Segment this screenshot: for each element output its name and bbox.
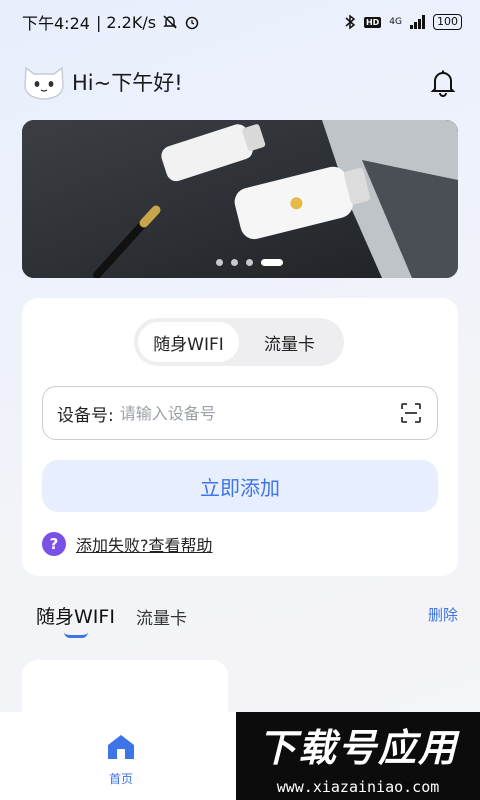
banner-image — [22, 120, 458, 278]
greeting-text: Hi~下午好! — [72, 71, 183, 95]
battery-indicator: 100 — [433, 14, 462, 30]
help-question-icon: ? — [42, 532, 66, 556]
add-device-card: 随身WIFI 流量卡 设备号: 立即添加 ? 添加失败?查看帮助 — [22, 298, 458, 576]
nav-home-label: 首页 — [108, 772, 133, 786]
add-now-button[interactable]: 立即添加 — [42, 460, 438, 512]
signal-icon — [410, 15, 425, 29]
tab-portable-wifi[interactable]: 随身WIFI — [138, 322, 239, 362]
help-row: ? 添加失败?查看帮助 — [42, 532, 213, 556]
device-number-input[interactable] — [119, 403, 399, 423]
watermark-logo: 下载号应用 www.xiazainiao.com — [236, 712, 480, 800]
hd-badge: HD — [363, 16, 382, 28]
carousel-dots — [216, 259, 283, 266]
device-list-item[interactable] — [22, 660, 228, 720]
device-number-label: 设备号: — [57, 405, 114, 426]
scan-icon[interactable] — [399, 401, 423, 425]
avatar[interactable] — [22, 62, 66, 102]
notification-bell-icon[interactable] — [428, 68, 458, 98]
delete-button[interactable]: 删除 — [428, 604, 458, 625]
device-list-tabs: 随身WIFI 流量卡 删除 — [36, 600, 458, 640]
network-type: 4G — [389, 17, 402, 27]
header: Hi~下午好! — [22, 60, 458, 104]
status-time: 下午4:24 — [22, 14, 90, 33]
cat-mascot-icon — [24, 66, 64, 100]
tab-list-portable-wifi[interactable]: 随身WIFI — [36, 602, 115, 629]
device-number-field: 设备号: — [42, 386, 438, 440]
carousel-dot[interactable] — [231, 259, 238, 266]
carousel-dot[interactable] — [216, 259, 223, 266]
mute-bell-icon — [163, 15, 177, 29]
help-link[interactable]: 添加失败?查看帮助 — [76, 532, 213, 556]
nav-home[interactable]: 首页 — [96, 734, 146, 787]
carousel-dot-active[interactable] — [261, 259, 283, 266]
watermark-url: www.xiazainiao.com — [276, 777, 440, 796]
tab-data-card[interactable]: 流量卡 — [239, 322, 340, 362]
banner-carousel[interactable] — [22, 120, 458, 278]
active-tab-indicator — [64, 632, 88, 638]
watermark-title: 下载号应用 — [257, 725, 458, 770]
tab-list-data-card[interactable]: 流量卡 — [136, 604, 187, 629]
status-speed: | 2.2K/s — [95, 12, 157, 32]
home-icon — [108, 735, 134, 759]
carousel-dot[interactable] — [246, 259, 253, 266]
alarm-icon — [185, 16, 199, 30]
bluetooth-icon — [345, 14, 356, 30]
status-bar: 下午4:24 | 2.2K/s HD 4G 100 — [0, 0, 480, 44]
device-type-segmented-control: 随身WIFI 流量卡 — [134, 318, 344, 366]
